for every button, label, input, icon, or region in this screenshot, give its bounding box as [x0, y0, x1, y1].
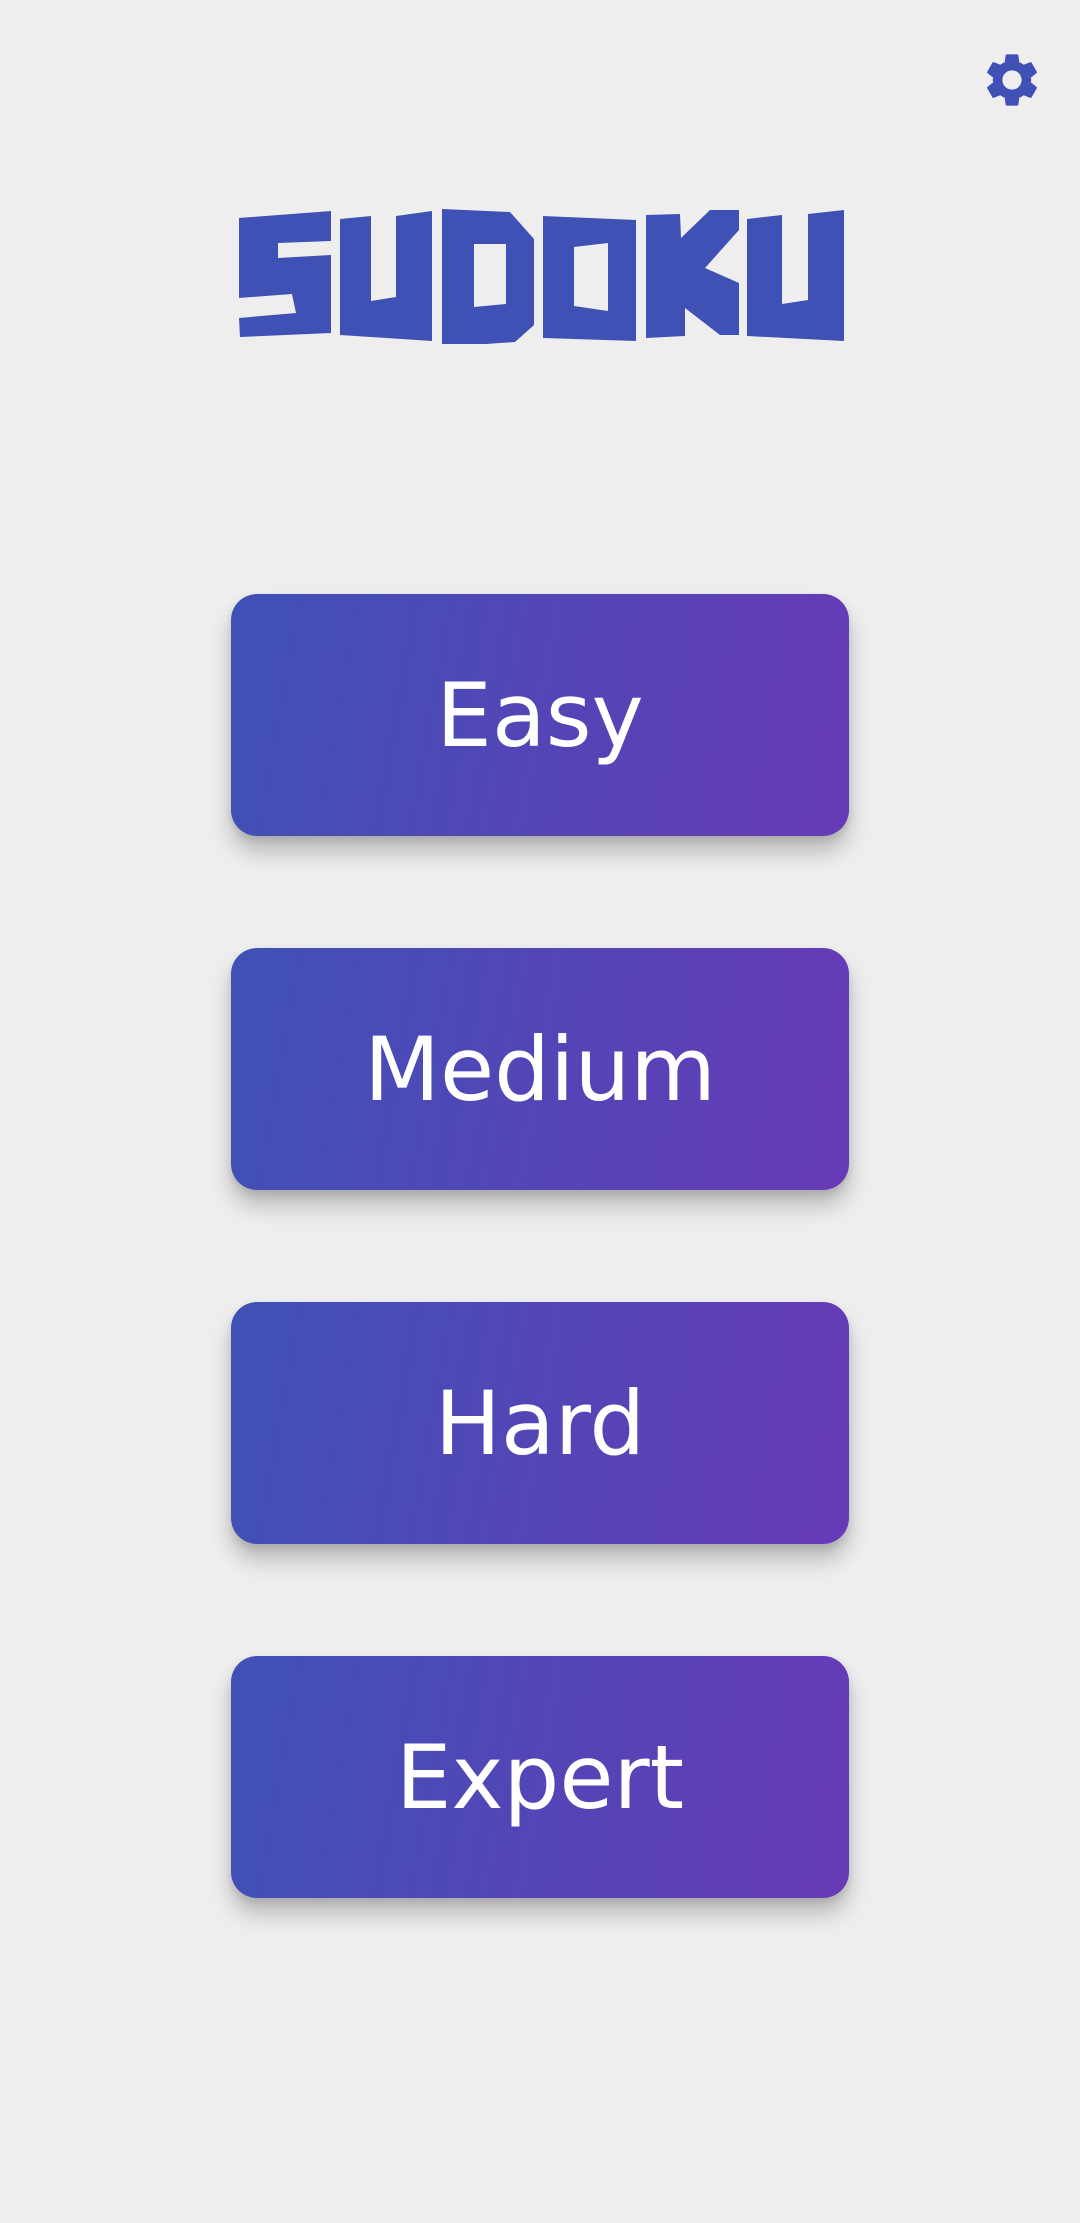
gear-icon [980, 48, 1044, 112]
settings-button[interactable] [980, 48, 1044, 112]
hard-button[interactable]: Hard [231, 1302, 849, 1544]
medium-button[interactable]: Medium [231, 948, 849, 1190]
expert-button[interactable]: Expert [231, 1656, 849, 1898]
sudoku-logo [236, 208, 844, 344]
easy-button[interactable]: Easy [231, 594, 849, 836]
